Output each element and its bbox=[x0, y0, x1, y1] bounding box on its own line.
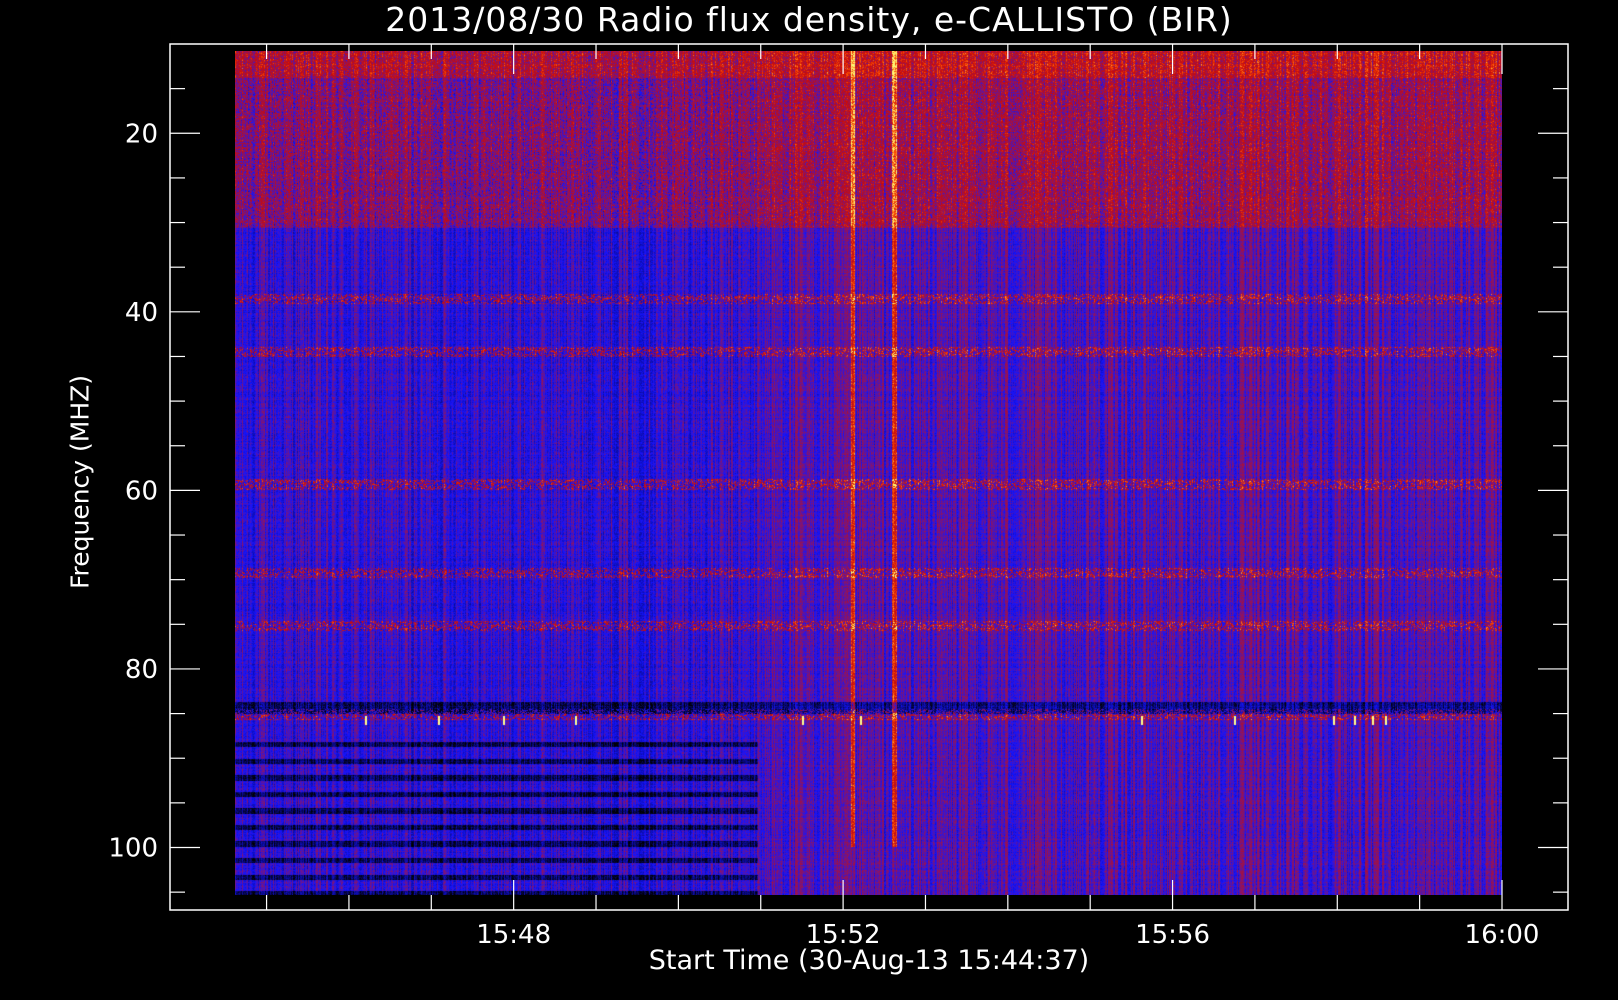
y-tick-label: 60 bbox=[125, 476, 158, 506]
y-tick-label: 80 bbox=[125, 655, 158, 685]
x-axis-label: Start Time (30-Aug-13 15:44:37) bbox=[648, 945, 1090, 976]
spectrogram-heatmap bbox=[235, 51, 1502, 895]
y-tick-label: 20 bbox=[125, 119, 158, 149]
spectrogram-figure: 20 40 60 80 100 15:48 15:52 15:56 16:00 2013/08/… bbox=[0, 0, 1618, 1000]
spectrogram-chart: 2040608010015:48 15:52 15:56 16:00 bbox=[0, 0, 1618, 1000]
chart-title: 2013/08/30 Radio flux density, e-CALLIST… bbox=[385, 0, 1233, 39]
y-tick-label: 100 bbox=[108, 834, 158, 864]
y-axis-label: Frequency (MHZ) bbox=[65, 374, 95, 590]
y-tick-label: 40 bbox=[125, 298, 158, 328]
